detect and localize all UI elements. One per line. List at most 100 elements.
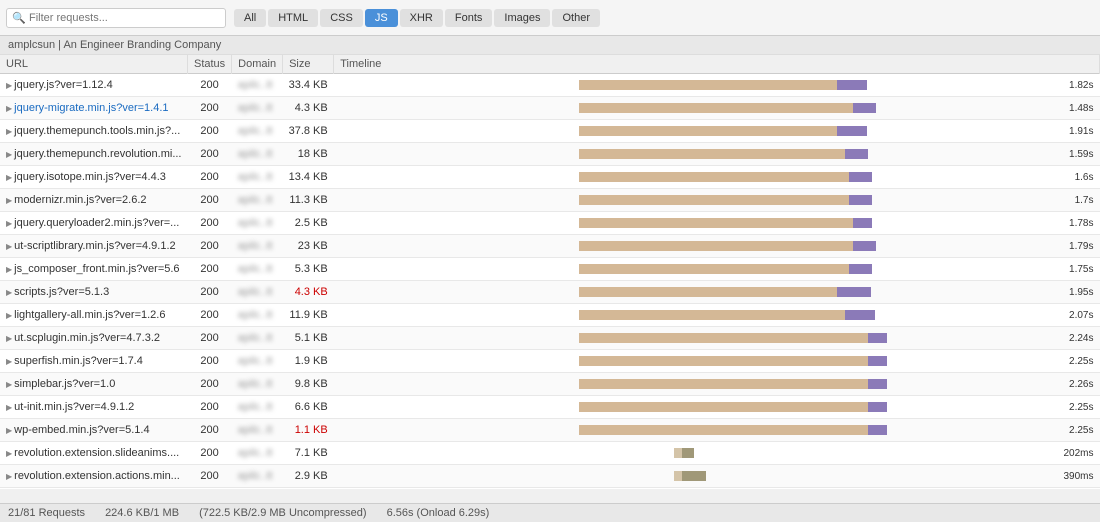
cell-timeline: 1.48s: [334, 97, 1100, 120]
expand-icon[interactable]: ▶: [6, 288, 12, 297]
expand-icon[interactable]: ▶: [6, 104, 12, 113]
status-bar: 21/81 Requests 224.6 KB/1 MB (722.5 KB/2…: [0, 503, 1100, 522]
table-row[interactable]: ▶revolution.extension.layeranimat...200a…: [0, 488, 1100, 490]
col-header-url[interactable]: URL: [0, 55, 187, 74]
table-body: ▶jquery.js?ver=1.12.4200apilc..tt33.4 KB…: [0, 74, 1100, 490]
expand-icon[interactable]: ▶: [6, 403, 12, 412]
expand-icon[interactable]: ▶: [6, 357, 12, 366]
filter-other[interactable]: Other: [552, 9, 600, 27]
site-banner: amplcsun | An Engineer Branding Company: [0, 36, 1100, 55]
cell-url: ▶modernizr.min.js?ver=2.6.2: [0, 189, 187, 212]
cell-url: ▶jquery.isotope.min.js?ver=4.4.3: [0, 166, 187, 189]
expand-icon[interactable]: ▶: [6, 449, 12, 458]
cell-domain: apilc..tt: [232, 419, 283, 442]
cell-url: ▶ut-scriptlibrary.min.js?ver=4.9.1.2: [0, 235, 187, 258]
expand-icon[interactable]: ▶: [6, 426, 12, 435]
filter-css[interactable]: CSS: [320, 9, 363, 27]
table-row[interactable]: ▶revolution.extension.slideanims....200a…: [0, 442, 1100, 465]
url-text: wp-embed.min.js?ver=5.1.4: [14, 424, 149, 436]
expand-icon[interactable]: ▶: [6, 380, 12, 389]
table-row[interactable]: ▶ut-init.min.js?ver=4.9.1.2200apilc..tt6…: [0, 396, 1100, 419]
cell-domain: apilc..tt: [232, 258, 283, 281]
expand-icon[interactable]: ▶: [6, 173, 12, 182]
cell-status: 200: [187, 465, 231, 488]
cell-timeline: 1.95s: [334, 281, 1100, 304]
table-row[interactable]: ▶lightgallery-all.min.js?ver=1.2.6200api…: [0, 304, 1100, 327]
table-row[interactable]: ▶jquery.themepunch.tools.min.js?...200ap…: [0, 120, 1100, 143]
table-container[interactable]: URL Status Domain Size Timeline ▶jquery.…: [0, 55, 1100, 489]
cell-url: ▶jquery.themepunch.tools.min.js?...: [0, 120, 187, 143]
expand-icon[interactable]: ▶: [6, 150, 12, 159]
expand-icon[interactable]: ▶: [6, 311, 12, 320]
url-text: modernizr.min.js?ver=2.6.2: [14, 194, 146, 206]
table-row[interactable]: ▶ut-scriptlibrary.min.js?ver=4.9.1.2200a…: [0, 235, 1100, 258]
cell-url: ▶revolution.extension.slideanims....: [0, 442, 187, 465]
table-row[interactable]: ▶superfish.min.js?ver=1.7.4200apilc..tt1…: [0, 350, 1100, 373]
url-text: jquery.themepunch.revolution.mi...: [14, 148, 181, 160]
cell-size: 7.1 KB: [283, 442, 334, 465]
filter-all[interactable]: All: [234, 9, 266, 27]
col-header-status[interactable]: Status: [187, 55, 231, 74]
table-row[interactable]: ▶jquery.isotope.min.js?ver=4.4.3200apilc…: [0, 166, 1100, 189]
table-row[interactable]: ▶jquery.js?ver=1.12.4200apilc..tt33.4 KB…: [0, 74, 1100, 97]
timeline-label: 2.25s: [1069, 356, 1093, 367]
cell-status: 200: [187, 143, 231, 166]
cell-url: ▶jquery.queryloader2.min.js?ver=...: [0, 212, 187, 235]
cell-timeline: 2.25s: [334, 419, 1100, 442]
expand-icon[interactable]: ▶: [6, 265, 12, 274]
cell-size: 23 KB: [283, 235, 334, 258]
filter-input[interactable]: [6, 8, 226, 28]
cell-domain: apilc..tt: [232, 166, 283, 189]
cell-status: 200: [187, 235, 231, 258]
expand-icon[interactable]: ▶: [6, 334, 12, 343]
timeline-label: 1.95s: [1069, 287, 1093, 298]
table-row[interactable]: ▶ut.scplugin.min.js?ver=4.7.3.2200apilc.…: [0, 327, 1100, 350]
filter-xhr[interactable]: XHR: [400, 9, 443, 27]
timeline-label: 1.7s: [1075, 195, 1094, 206]
cell-size: 1.1 KB: [283, 419, 334, 442]
cell-size: 9.8 KB: [283, 373, 334, 396]
table-row[interactable]: ▶modernizr.min.js?ver=2.6.2200apilc..tt1…: [0, 189, 1100, 212]
expand-icon[interactable]: ▶: [6, 81, 12, 90]
expand-icon[interactable]: ▶: [6, 242, 12, 251]
cell-domain: apilc..tt: [232, 350, 283, 373]
filter-js[interactable]: JS: [365, 9, 398, 27]
filter-images[interactable]: Images: [494, 9, 550, 27]
cell-url: ▶lightgallery-all.min.js?ver=1.2.6: [0, 304, 187, 327]
table-row[interactable]: ▶simplebar.js?ver=1.0200apilc..tt9.8 KB2…: [0, 373, 1100, 396]
col-header-timeline[interactable]: Timeline: [334, 55, 1100, 74]
timeline-label: 2.25s: [1069, 402, 1093, 413]
col-header-size[interactable]: Size: [283, 55, 334, 74]
timeline-label: 1.75s: [1069, 264, 1093, 275]
table-row[interactable]: ▶jquery.queryloader2.min.js?ver=...200ap…: [0, 212, 1100, 235]
status-requests: 21/81 Requests: [8, 507, 85, 519]
cell-size: 14.3 KB: [283, 488, 334, 490]
cell-url: ▶superfish.min.js?ver=1.7.4: [0, 350, 187, 373]
expand-icon[interactable]: ▶: [6, 127, 12, 136]
cell-status: 200: [187, 304, 231, 327]
cell-timeline: 1.79s: [334, 235, 1100, 258]
url-text: scripts.js?ver=5.1.3: [14, 286, 109, 298]
expand-icon[interactable]: ▶: [6, 219, 12, 228]
table-row[interactable]: ▶js_composer_front.min.js?ver=5.6200apil…: [0, 258, 1100, 281]
cell-status: 200: [187, 212, 231, 235]
table-row[interactable]: ▶scripts.js?ver=5.1.3200apilc..tt4.3 KB1…: [0, 281, 1100, 304]
col-header-domain[interactable]: Domain: [232, 55, 283, 74]
url-text: superfish.min.js?ver=1.7.4: [14, 355, 143, 367]
table-row[interactable]: ▶revolution.extension.actions.min...200a…: [0, 465, 1100, 488]
timeline-label: 1.78s: [1069, 218, 1093, 229]
table-row[interactable]: ▶jquery-migrate.min.js?ver=1.4.1200apilc…: [0, 97, 1100, 120]
cell-domain: apilc..tt: [232, 74, 283, 97]
request-table: URL Status Domain Size Timeline ▶jquery.…: [0, 55, 1100, 489]
timeline-label: 1.6s: [1075, 172, 1094, 183]
expand-icon[interactable]: ▶: [6, 472, 12, 481]
filter-html[interactable]: HTML: [268, 9, 318, 27]
table-row[interactable]: ▶wp-embed.min.js?ver=5.1.4200apilc..tt1.…: [0, 419, 1100, 442]
cell-status: 200: [187, 442, 231, 465]
cell-url: ▶scripts.js?ver=5.1.3: [0, 281, 187, 304]
filter-fonts[interactable]: Fonts: [445, 9, 493, 27]
cell-size: 4.3 KB: [283, 281, 334, 304]
cell-status: 200: [187, 258, 231, 281]
expand-icon[interactable]: ▶: [6, 196, 12, 205]
table-row[interactable]: ▶jquery.themepunch.revolution.mi...200ap…: [0, 143, 1100, 166]
